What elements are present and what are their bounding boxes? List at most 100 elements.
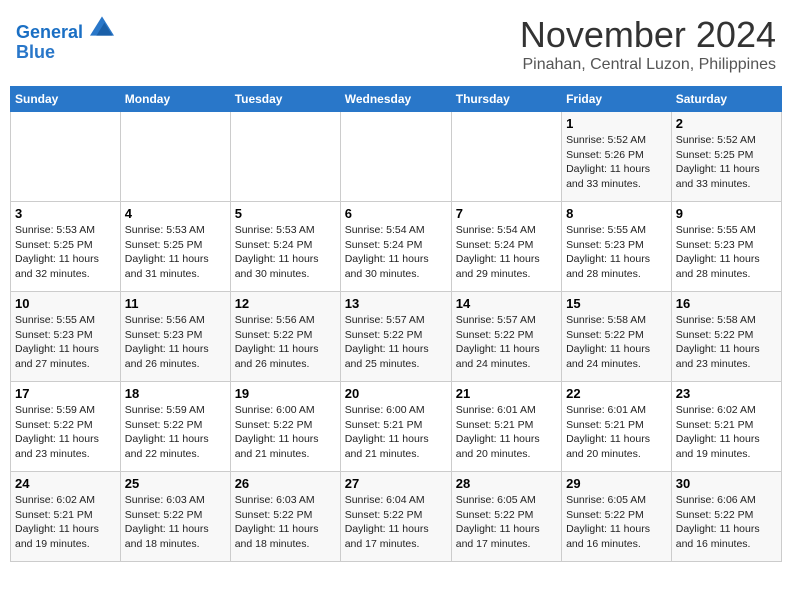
day-info: Sunrise: 5:56 AM Sunset: 5:23 PM Dayligh… <box>125 313 226 372</box>
day-number: 13 <box>345 296 447 311</box>
day-number: 25 <box>125 476 226 491</box>
calendar-cell: 9 Sunrise: 5:55 AM Sunset: 5:23 PM Daylig… <box>671 202 781 292</box>
day-number: 28 <box>456 476 557 491</box>
calendar-cell: 12 Sunrise: 5:56 AM Sunset: 5:22 PM Dayli… <box>230 292 340 382</box>
calendar-cell: 21 Sunrise: 6:01 AM Sunset: 5:21 PM Dayli… <box>451 382 561 472</box>
calendar-cell: 20Sunrise: 6:00 AM Sunset: 5:21 PM Dayli… <box>340 382 451 472</box>
location-title: Pinahan, Central Luzon, Philippines <box>520 56 776 74</box>
calendar-cell: 8 Sunrise: 5:55 AM Sunset: 5:23 PM Daylig… <box>562 202 672 292</box>
calendar-cell: 7Sunrise: 5:54 AM Sunset: 5:24 PM Daylig… <box>451 202 561 292</box>
day-number: 15 <box>566 296 667 311</box>
day-number: 21 <box>456 386 557 401</box>
day-number: 22 <box>566 386 667 401</box>
week-row-3: 10 Sunrise: 5:55 AM Sunset: 5:23 PM Dayli… <box>11 292 782 382</box>
day-info: Sunrise: 6:01 AM Sunset: 5:21 PM Dayligh… <box>566 403 667 462</box>
day-number: 16 <box>676 296 777 311</box>
day-info: Sunrise: 5:59 AM Sunset: 5:22 PM Dayligh… <box>15 403 116 462</box>
calendar-cell: 24 Sunrise: 6:02 AM Sunset: 5:21 PM Dayli… <box>11 472 121 562</box>
weekday-header-saturday: Saturday <box>671 87 781 112</box>
day-number: 17 <box>15 386 116 401</box>
day-number: 27 <box>345 476 447 491</box>
day-number: 20 <box>345 386 447 401</box>
calendar-cell: 16Sunrise: 5:58 AM Sunset: 5:22 PM Dayli… <box>671 292 781 382</box>
day-info: Sunrise: 5:55 AM Sunset: 5:23 PM Dayligh… <box>15 313 116 372</box>
calendar-cell: 10 Sunrise: 5:55 AM Sunset: 5:23 PM Dayli… <box>11 292 121 382</box>
day-info: Sunrise: 6:02 AM Sunset: 5:21 PM Dayligh… <box>676 403 777 462</box>
day-number: 5 <box>235 206 336 221</box>
day-info: Sunrise: 5:54 AM Sunset: 5:24 PM Dayligh… <box>456 223 557 282</box>
day-number: 2 <box>676 116 777 131</box>
day-info: Sunrise: 5:54 AM Sunset: 5:24 PM Dayligh… <box>345 223 447 282</box>
calendar-cell: 23 Sunrise: 6:02 AM Sunset: 5:21 PM Dayli… <box>671 382 781 472</box>
day-info: Sunrise: 5:55 AM Sunset: 5:23 PM Dayligh… <box>676 223 777 282</box>
calendar-cell: 26 Sunrise: 6:03 AM Sunset: 5:22 PM Dayli… <box>230 472 340 562</box>
calendar-cell: 11 Sunrise: 5:56 AM Sunset: 5:23 PM Dayli… <box>120 292 230 382</box>
day-info: Sunrise: 5:52 AM Sunset: 5:25 PM Dayligh… <box>676 133 777 192</box>
day-number: 11 <box>125 296 226 311</box>
day-info: Sunrise: 6:01 AM Sunset: 5:21 PM Dayligh… <box>456 403 557 462</box>
calendar-cell: 2 Sunrise: 5:52 AM Sunset: 5:25 PM Daylig… <box>671 112 781 202</box>
header-row: SundayMondayTuesdayWednesdayThursdayFrid… <box>11 87 782 112</box>
day-info: Sunrise: 5:57 AM Sunset: 5:22 PM Dayligh… <box>456 313 557 372</box>
calendar-cell: 19 Sunrise: 6:00 AM Sunset: 5:22 PM Dayli… <box>230 382 340 472</box>
day-number: 10 <box>15 296 116 311</box>
calendar-cell <box>11 112 121 202</box>
calendar-cell: 15 Sunrise: 5:58 AM Sunset: 5:22 PM Dayli… <box>562 292 672 382</box>
week-row-4: 17 Sunrise: 5:59 AM Sunset: 5:22 PM Dayli… <box>11 382 782 472</box>
day-info: Sunrise: 5:53 AM Sunset: 5:24 PM Dayligh… <box>235 223 336 282</box>
calendar-cell: 14 Sunrise: 5:57 AM Sunset: 5:22 PM Dayli… <box>451 292 561 382</box>
calendar-cell <box>230 112 340 202</box>
calendar-cell: 27 Sunrise: 6:04 AM Sunset: 5:22 PM Dayli… <box>340 472 451 562</box>
day-number: 3 <box>15 206 116 221</box>
day-info: Sunrise: 6:02 AM Sunset: 5:21 PM Dayligh… <box>15 493 116 552</box>
day-info: Sunrise: 5:56 AM Sunset: 5:22 PM Dayligh… <box>235 313 336 372</box>
day-info: Sunrise: 5:53 AM Sunset: 5:25 PM Dayligh… <box>125 223 226 282</box>
day-number: 29 <box>566 476 667 491</box>
calendar-table: SundayMondayTuesdayWednesdayThursdayFrid… <box>10 86 782 562</box>
calendar-cell <box>451 112 561 202</box>
weekday-header-wednesday: Wednesday <box>340 87 451 112</box>
day-number: 30 <box>676 476 777 491</box>
calendar-cell: 17 Sunrise: 5:59 AM Sunset: 5:22 PM Dayli… <box>11 382 121 472</box>
day-info: Sunrise: 5:57 AM Sunset: 5:22 PM Dayligh… <box>345 313 447 372</box>
day-number: 26 <box>235 476 336 491</box>
day-info: Sunrise: 6:03 AM Sunset: 5:22 PM Dayligh… <box>235 493 336 552</box>
day-info: Sunrise: 6:00 AM Sunset: 5:22 PM Dayligh… <box>235 403 336 462</box>
calendar-cell: 4 Sunrise: 5:53 AM Sunset: 5:25 PM Daylig… <box>120 202 230 292</box>
day-info: Sunrise: 5:52 AM Sunset: 5:26 PM Dayligh… <box>566 133 667 192</box>
page-header: General Blue November 2024 Pinahan, Cent… <box>10 10 782 78</box>
day-info: Sunrise: 5:55 AM Sunset: 5:23 PM Dayligh… <box>566 223 667 282</box>
logo: General Blue <box>16 14 114 63</box>
day-number: 24 <box>15 476 116 491</box>
day-number: 1 <box>566 116 667 131</box>
day-info: Sunrise: 5:58 AM Sunset: 5:22 PM Dayligh… <box>566 313 667 372</box>
day-info: Sunrise: 6:04 AM Sunset: 5:22 PM Dayligh… <box>345 493 447 552</box>
day-number: 14 <box>456 296 557 311</box>
calendar-cell: 18Sunrise: 5:59 AM Sunset: 5:22 PM Dayli… <box>120 382 230 472</box>
weekday-header-friday: Friday <box>562 87 672 112</box>
calendar-cell <box>120 112 230 202</box>
day-number: 18 <box>125 386 226 401</box>
day-number: 4 <box>125 206 226 221</box>
calendar-cell: 22 Sunrise: 6:01 AM Sunset: 5:21 PM Dayli… <box>562 382 672 472</box>
title-section: November 2024 Pinahan, Central Luzon, Ph… <box>520 14 776 74</box>
day-number: 8 <box>566 206 667 221</box>
calendar-cell <box>340 112 451 202</box>
calendar-cell: 13 Sunrise: 5:57 AM Sunset: 5:22 PM Dayli… <box>340 292 451 382</box>
week-row-5: 24 Sunrise: 6:02 AM Sunset: 5:21 PM Dayli… <box>11 472 782 562</box>
week-row-2: 3 Sunrise: 5:53 AM Sunset: 5:25 PM Daylig… <box>11 202 782 292</box>
calendar-cell: 5 Sunrise: 5:53 AM Sunset: 5:24 PM Daylig… <box>230 202 340 292</box>
day-number: 19 <box>235 386 336 401</box>
day-number: 23 <box>676 386 777 401</box>
day-info: Sunrise: 6:06 AM Sunset: 5:22 PM Dayligh… <box>676 493 777 552</box>
logo-text: General <box>16 14 114 43</box>
month-title: November 2024 <box>520 14 776 56</box>
day-info: Sunrise: 6:03 AM Sunset: 5:22 PM Dayligh… <box>125 493 226 552</box>
calendar-cell: 28Sunrise: 6:05 AM Sunset: 5:22 PM Dayli… <box>451 472 561 562</box>
day-number: 12 <box>235 296 336 311</box>
day-info: Sunrise: 5:53 AM Sunset: 5:25 PM Dayligh… <box>15 223 116 282</box>
day-number: 9 <box>676 206 777 221</box>
weekday-header-thursday: Thursday <box>451 87 561 112</box>
weekday-header-monday: Monday <box>120 87 230 112</box>
calendar-cell: 1 Sunrise: 5:52 AM Sunset: 5:26 PM Daylig… <box>562 112 672 202</box>
